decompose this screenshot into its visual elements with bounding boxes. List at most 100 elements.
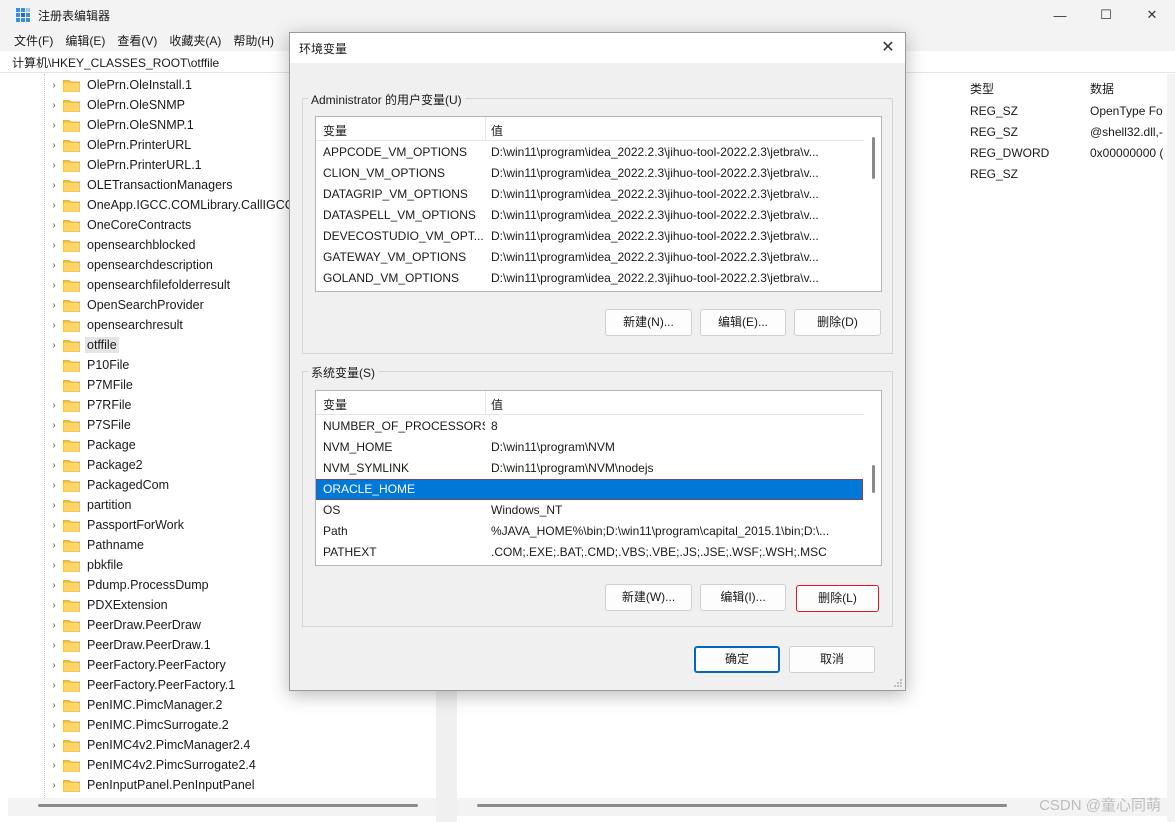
list-row[interactable]: GOLAND_VM_OPTIONS D:\win11\program\idea_2…	[316, 268, 864, 289]
chevron-right-icon[interactable]: ›	[49, 560, 59, 571]
list-row[interactable]: NUMBER_OF_PROCESSORS 8	[316, 416, 864, 437]
scroll-thumb[interactable]	[38, 804, 418, 807]
chevron-right-icon[interactable]: ›	[49, 600, 59, 611]
menu-file[interactable]: 文件(F)	[8, 32, 59, 49]
tree-horizontal-scrollbar[interactable]	[8, 798, 436, 816]
chevron-right-icon[interactable]: ›	[49, 160, 59, 171]
tree-item[interactable]: › OneCoreContracts	[8, 215, 193, 235]
user-delete-button[interactable]: 删除(D)	[794, 309, 881, 336]
chevron-right-icon[interactable]: ›	[49, 280, 59, 291]
tree-item[interactable]: › Package	[8, 435, 138, 455]
chevron-right-icon[interactable]: ›	[49, 200, 59, 211]
chevron-right-icon[interactable]: ›	[49, 80, 59, 91]
tree-item[interactable]: › PeerDraw.PeerDraw	[8, 615, 203, 635]
tree-item[interactable]: › partition	[8, 495, 133, 515]
user-variables-list[interactable]: 变量 值 APPCODE_VM_OPTIONS D:\win11\program\…	[315, 116, 882, 292]
list-row[interactable]: DEVECOSTUDIO_VM_OPT... D:\win11\program\i…	[316, 226, 864, 247]
tree-item[interactable]: › Package2	[8, 455, 145, 475]
chevron-right-icon[interactable]: ›	[49, 460, 59, 471]
column-separator[interactable]	[485, 117, 486, 141]
system-list-scrollbar[interactable]	[864, 391, 881, 565]
list-row[interactable]: NVM_SYMLINK D:\win11\program\NVM\nodejs	[316, 458, 864, 479]
chevron-right-icon[interactable]: ›	[49, 640, 59, 651]
menu-edit[interactable]: 编辑(E)	[59, 32, 111, 49]
chevron-right-icon[interactable]: ›	[49, 260, 59, 271]
tree-item[interactable]: › OlePrn.OleInstall.1	[8, 75, 194, 95]
tree-item[interactable]: › OpenSearchProvider	[8, 295, 206, 315]
chevron-right-icon[interactable]: ›	[49, 520, 59, 531]
chevron-right-icon[interactable]: ›	[49, 720, 59, 731]
tree-item[interactable]: › PenIMC4v2.PimcManager2.4	[8, 735, 252, 755]
chevron-right-icon[interactable]: ›	[49, 240, 59, 251]
chevron-right-icon[interactable]: ›	[49, 220, 59, 231]
scroll-thumb[interactable]	[872, 465, 875, 493]
ok-button[interactable]: 确定	[694, 646, 780, 673]
tree-item[interactable]: › PeerDraw.PeerDraw.1	[8, 635, 213, 655]
user-list-scrollbar[interactable]	[864, 117, 881, 291]
tree-item[interactable]: › P7RFile	[8, 395, 133, 415]
dialog-close-icon[interactable]: ✕	[879, 39, 897, 57]
chevron-right-icon[interactable]: ›	[49, 440, 59, 451]
column-separator[interactable]	[485, 391, 486, 415]
chevron-right-icon[interactable]: ›	[49, 780, 59, 791]
tree-item[interactable]: › PassportForWork	[8, 515, 186, 535]
tree-item[interactable]: › opensearchblocked	[8, 235, 197, 255]
chevron-right-icon[interactable]: ›	[49, 320, 59, 331]
system-delete-button[interactable]: 删除(L)	[796, 585, 879, 612]
list-row[interactable]: PATHEXT .COM;.EXE;.BAT;.CMD;.VBS;.VBE;.JS…	[316, 542, 864, 563]
tree-item[interactable]: › PenIMC.PimcManager.2	[8, 695, 224, 715]
chevron-right-icon[interactable]: ›	[49, 100, 59, 111]
tree-item[interactable]: › opensearchdescription	[8, 255, 215, 275]
tree-item[interactable]: › P7SFile	[8, 415, 133, 435]
tree-item[interactable]: › PenIMC4v2.PimcSurrogate2.4	[8, 755, 258, 775]
chevron-right-icon[interactable]: ›	[49, 500, 59, 511]
tree-item[interactable]: › PackagedCom	[8, 475, 171, 495]
user-new-button[interactable]: 新建(N)...	[605, 309, 692, 336]
chevron-right-icon[interactable]: ›	[49, 700, 59, 711]
column-header-variable[interactable]: 变量	[323, 122, 347, 139]
list-row[interactable]: DATASPELL_VM_OPTIONS D:\win11\program\ide…	[316, 205, 864, 226]
tree-item[interactable]: › OlePrn.PrinterURL.1	[8, 155, 204, 175]
cancel-button[interactable]: 取消	[789, 646, 875, 673]
chevron-right-icon[interactable]: ›	[49, 300, 59, 311]
chevron-right-icon[interactable]: ›	[49, 760, 59, 771]
chevron-right-icon[interactable]: ›	[49, 180, 59, 191]
tree-item[interactable]: › OlePrn.OleSNMP	[8, 95, 187, 115]
tree-item[interactable]: › PDXExtension	[8, 595, 170, 615]
maximize-button[interactable]: ☐	[1083, 0, 1129, 30]
tree-item[interactable]: › PeerFactory.PeerFactory	[8, 655, 228, 675]
list-row[interactable]: APPCODE_VM_OPTIONS D:\win11\program\idea_…	[316, 142, 864, 163]
tree-item[interactable]: › PeerFactory.PeerFactory.1	[8, 675, 237, 695]
chevron-right-icon[interactable]: ›	[49, 540, 59, 551]
list-row[interactable]: NVM_HOME D:\win11\program\NVM	[316, 437, 864, 458]
tree-item[interactable]: ›P7MFile	[8, 375, 135, 395]
chevron-right-icon[interactable]: ›	[49, 660, 59, 671]
tree-item[interactable]: › Pathname	[8, 535, 146, 555]
chevron-right-icon[interactable]: ›	[49, 740, 59, 751]
chevron-right-icon[interactable]: ›	[49, 480, 59, 491]
menu-favorites[interactable]: 收藏夹(A)	[163, 32, 227, 49]
tree-item[interactable]: › OlePrn.PrinterURL	[8, 135, 193, 155]
system-variables-list[interactable]: 变量 值 NUMBER_OF_PROCESSORS 8 NVM_HOME D:\win…	[315, 390, 882, 566]
tree-item[interactable]: › OLETransactionManagers	[8, 175, 234, 195]
list-row[interactable]: Path %JAVA_HOME%\bin;D:\win11\program\cap…	[316, 521, 864, 542]
chevron-right-icon[interactable]: ›	[49, 400, 59, 411]
list-row[interactable]: GATEWAY_VM_OPTIONS D:\win11\program\idea_…	[316, 247, 864, 268]
minimize-button[interactable]: —	[1037, 0, 1083, 30]
chevron-right-icon[interactable]: ›	[49, 620, 59, 631]
list-row[interactable]: CLION_VM_OPTIONS D:\win11\program\idea_20…	[316, 163, 864, 184]
list-row[interactable]: ORACLE_HOME	[316, 479, 863, 500]
chevron-right-icon[interactable]: ›	[49, 580, 59, 591]
resize-grip-icon[interactable]	[893, 678, 903, 688]
chevron-right-icon[interactable]: ›	[49, 420, 59, 431]
tree-item[interactable]: › PenIMC.PimcSurrogate.2	[8, 715, 231, 735]
system-new-button[interactable]: 新建(W)...	[605, 584, 692, 611]
system-edit-button[interactable]: 编辑(I)...	[700, 584, 786, 611]
tree-item[interactable]: › Pdump.ProcessDump	[8, 575, 211, 595]
tree-item[interactable]: › PenInputPanel.PenInputPanel	[8, 775, 257, 795]
tree-item[interactable]: ›P10File	[8, 355, 131, 375]
chevron-right-icon[interactable]: ›	[49, 340, 59, 351]
tree-item[interactable]: › opensearchresult	[8, 315, 185, 335]
tree-item[interactable]: › OneApp.IGCC.COMLibrary.CallIGCC	[8, 195, 296, 215]
chevron-right-icon[interactable]: ›	[49, 120, 59, 131]
